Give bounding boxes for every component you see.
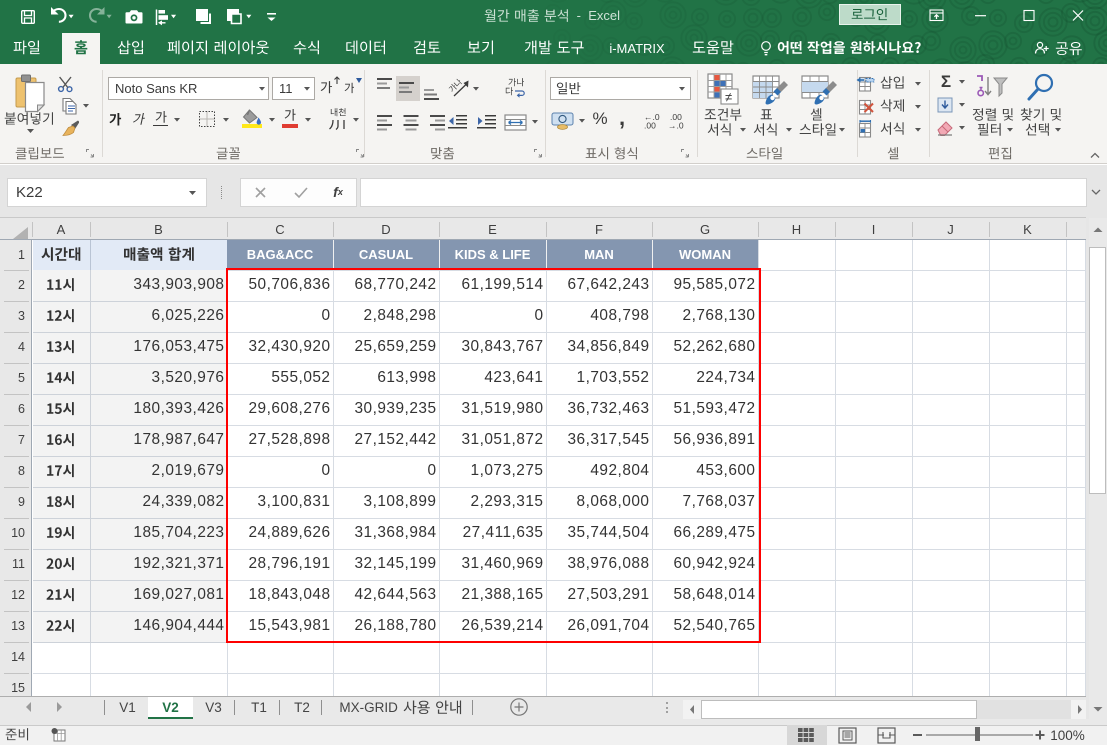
svg-text:.00: .00 (644, 121, 656, 130)
svg-text:→.0: →.0 (668, 121, 684, 130)
svg-text:≠: ≠ (725, 90, 732, 105)
